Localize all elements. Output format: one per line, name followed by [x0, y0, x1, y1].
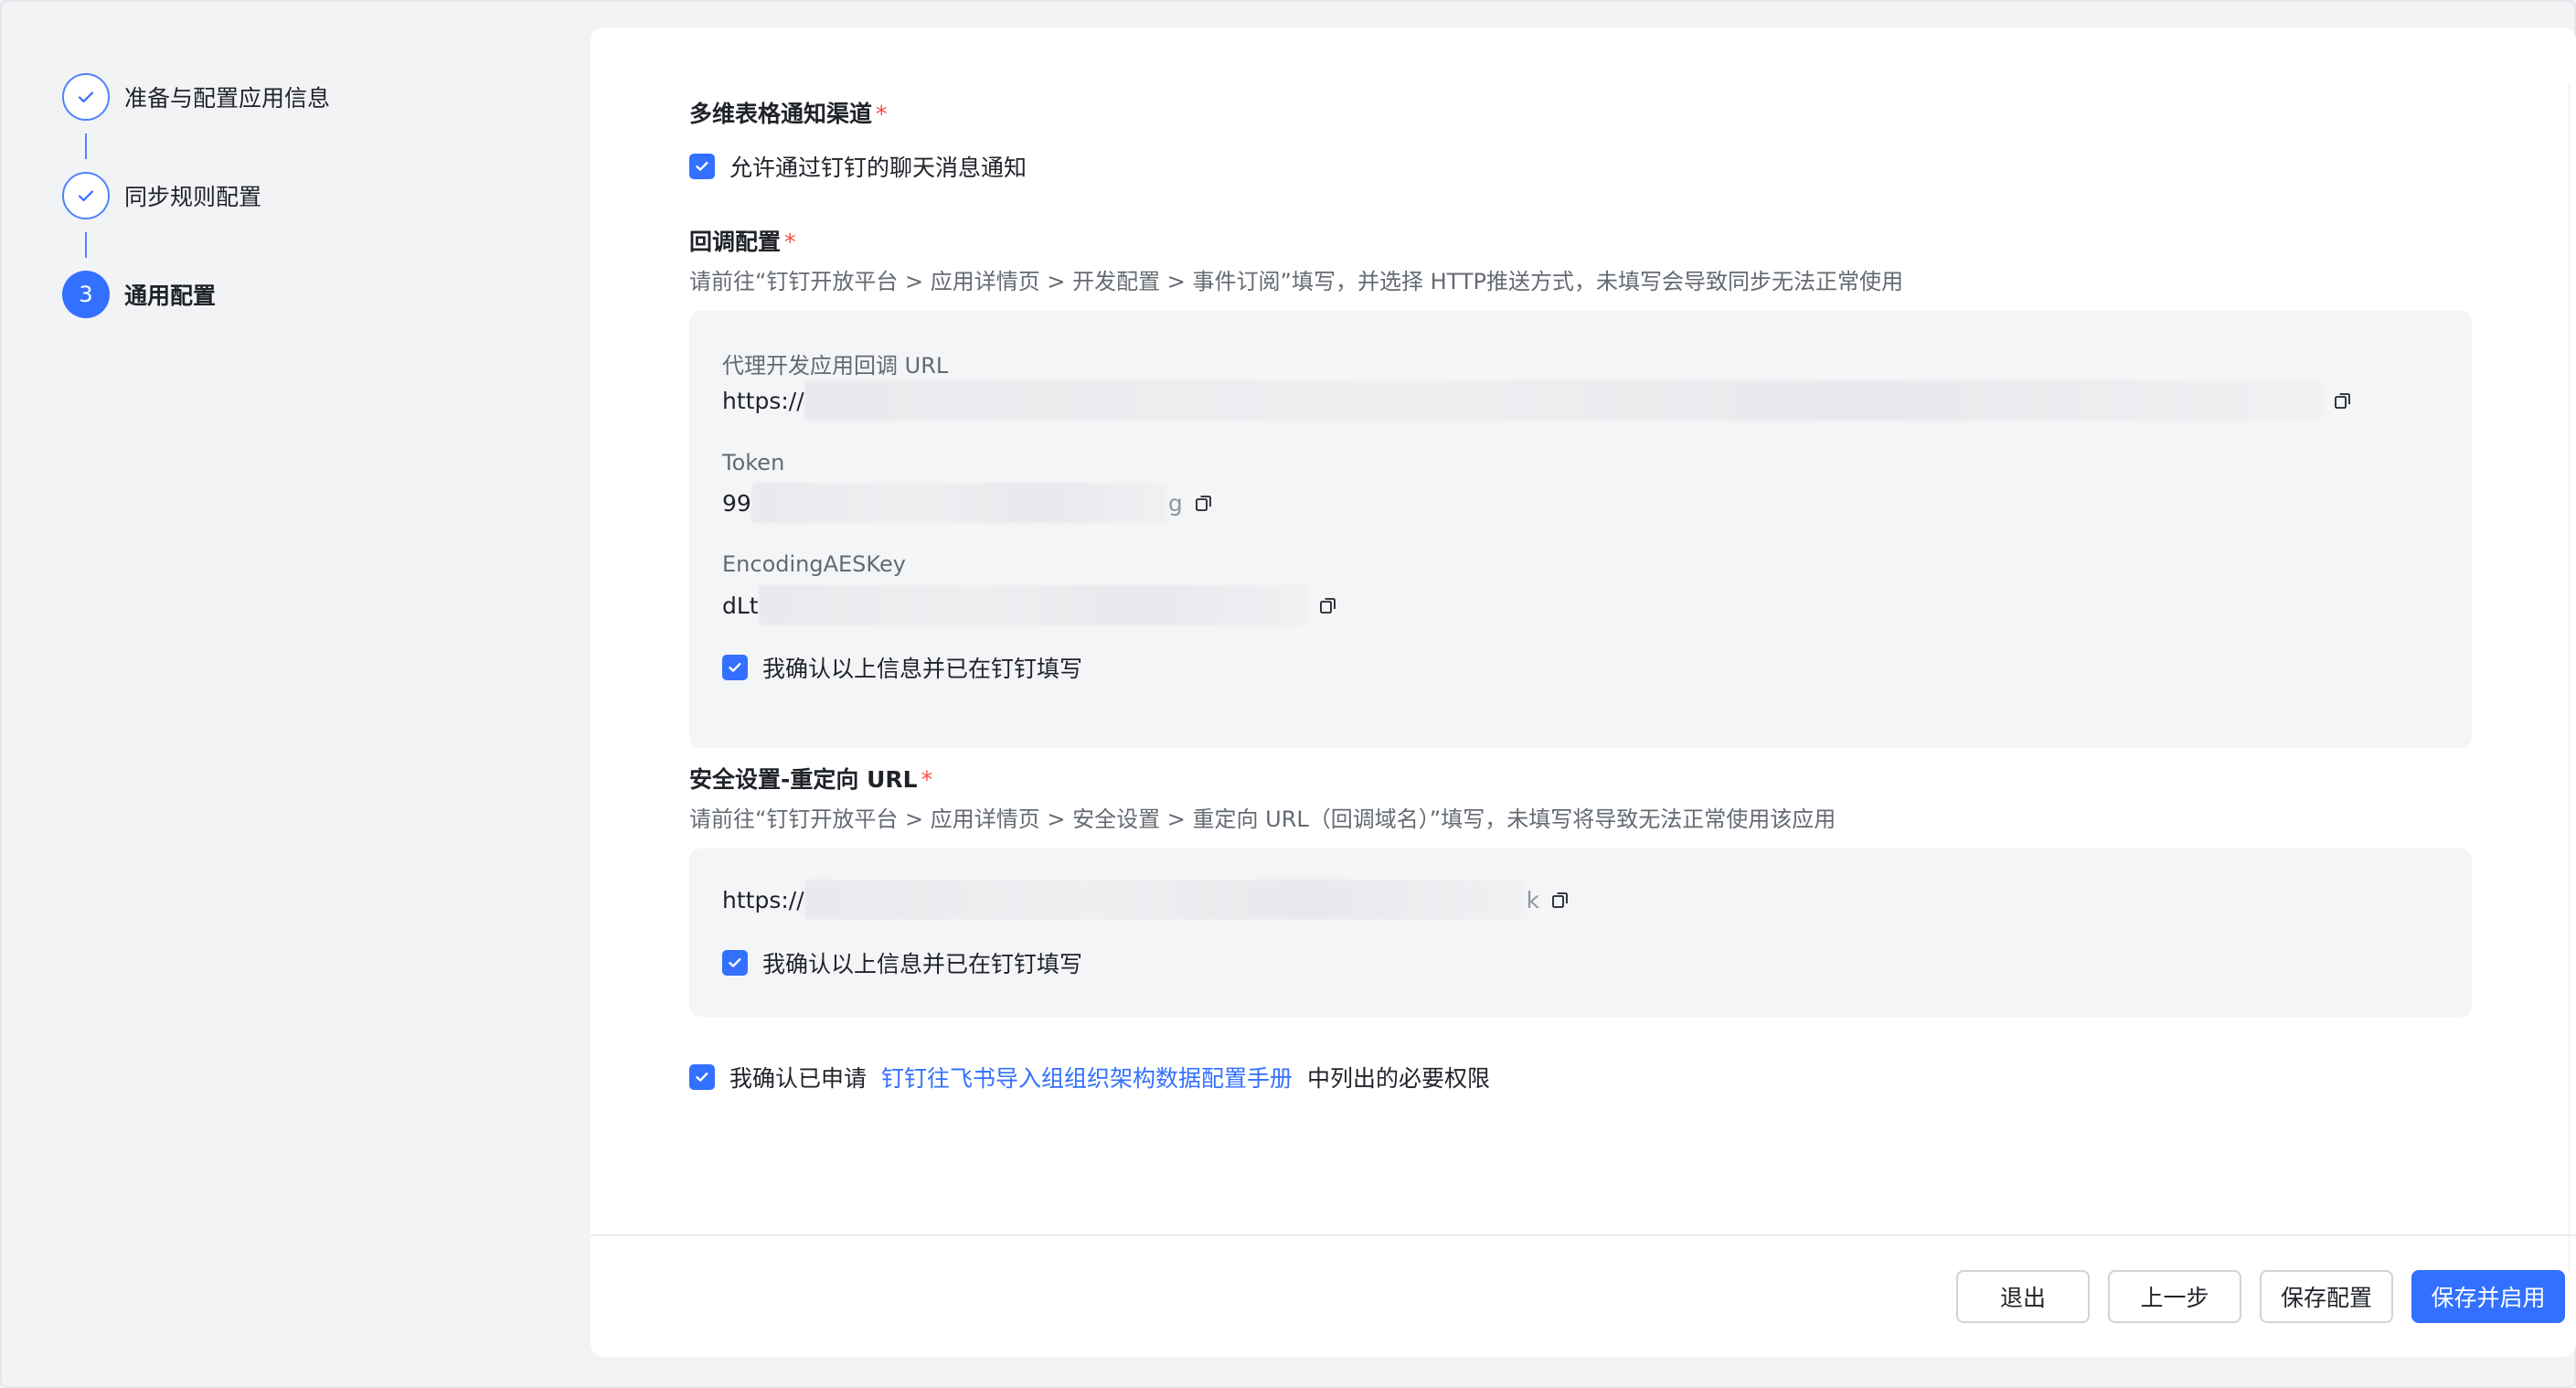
step-connector: [85, 232, 87, 258]
token-text: 99: [722, 489, 751, 517]
step-1-label: 准备与配置应用信息: [124, 85, 331, 112]
notify-title-text: 多维表格通知渠道: [689, 101, 873, 127]
footer-divider: [591, 1234, 2576, 1236]
callback-confirm-label: 我确认以上信息并已在钉钉填写: [762, 656, 1083, 682]
scrollbar[interactable]: [2569, 82, 2576, 1271]
checkmark-icon: [729, 958, 741, 967]
callback-panel: 代理开发应用回调 URL https:// Token 99 g Encodin…: [689, 311, 2472, 748]
checkmark-icon: [729, 663, 741, 672]
step-2[interactable]: 同步规则配置: [62, 172, 261, 219]
step-2-label: 同步规则配置: [124, 184, 262, 210]
aeskey-value: dLt: [722, 585, 1338, 625]
security-title-text: 安全设置-重定向 URL: [689, 766, 918, 793]
security-title: 安全设置-重定向 URL *: [689, 762, 932, 795]
redirect-url-value: https:// k: [722, 880, 1570, 920]
callback-title-text: 回调配置: [689, 229, 782, 255]
prev-step-button[interactable]: 上一步: [2108, 1270, 2241, 1323]
token-value: 99 g: [722, 483, 1214, 523]
callback-confirm-row[interactable]: 我确认以上信息并已在钉钉填写: [722, 651, 1082, 684]
redacted-value: [804, 880, 1527, 920]
exit-button[interactable]: 退出: [1956, 1270, 2090, 1323]
permission-prefix: 我确认已申请: [729, 1065, 868, 1092]
security-confirm-checkbox[interactable]: [722, 950, 748, 976]
step-connector: [85, 133, 87, 159]
redacted-value: [750, 483, 1168, 523]
permission-checkbox[interactable]: [689, 1064, 715, 1090]
callback-url-value: https://: [722, 380, 2353, 421]
aeskey-text: dLt: [722, 592, 759, 619]
permission-confirm-row[interactable]: 我确认已申请 钉钉往飞书导入组组织架构数据配置手册 中列出的必要权限: [689, 1061, 1490, 1094]
required-mark: *: [921, 766, 933, 793]
callback-description: 请前往“钉钉开放平台 > 应用详情页 > 开发配置 > 事件订阅”填写，并选择 …: [689, 269, 1904, 294]
required-mark: *: [876, 101, 888, 127]
main-card: 多维表格通知渠道 * 允许通过钉钉的聊天消息通知 回调配置 * 请前往“钉钉开放平台…: [591, 27, 2576, 1357]
callback-url-label: 代理开发应用回调 URL: [722, 353, 949, 379]
copy-icon[interactable]: [1318, 595, 1338, 615]
step-3-number: 3: [62, 271, 110, 318]
redacted-value: [758, 585, 1307, 625]
security-confirm-row[interactable]: 我确认以上信息并已在钉钉填写: [722, 946, 1082, 979]
checkmark-icon: [696, 162, 708, 171]
step-1-check-icon: [62, 73, 110, 121]
notify-checkbox-label: 允许通过钉钉的聊天消息通知: [729, 155, 1027, 181]
step-2-check-icon: [62, 172, 110, 219]
token-suffix: g: [1167, 489, 1183, 517]
step-3[interactable]: 3 通用配置: [62, 271, 216, 318]
security-description: 请前往“钉钉开放平台 > 应用详情页 > 安全设置 > 重定向 URL（回调域名…: [689, 806, 1836, 832]
step-1[interactable]: 准备与配置应用信息: [62, 73, 330, 121]
copy-icon[interactable]: [1194, 493, 1214, 513]
security-confirm-label: 我确认以上信息并已在钉钉填写: [762, 951, 1083, 977]
redirect-url-text: https://: [722, 886, 804, 913]
callback-title: 回调配置 *: [689, 224, 796, 257]
redirect-url-suffix: k: [1526, 886, 1540, 913]
notify-checkbox-row[interactable]: 允许通过钉钉的聊天消息通知: [689, 150, 1027, 183]
checkmark-icon: [696, 1073, 708, 1082]
security-panel: https:// k 我确认以上信息并已在钉钉填写: [689, 849, 2472, 1017]
permission-manual-link[interactable]: 钉钉往飞书导入组组织架构数据配置手册: [881, 1061, 1293, 1094]
save-enable-button[interactable]: 保存并启用: [2411, 1270, 2565, 1323]
copy-icon[interactable]: [1550, 890, 1570, 910]
copy-icon[interactable]: [2333, 390, 2353, 411]
aeskey-label: EncodingAESKey: [722, 551, 906, 577]
step-3-label: 通用配置: [124, 283, 217, 309]
redacted-value: [804, 380, 2322, 421]
notify-title: 多维表格通知渠道 *: [689, 96, 888, 129]
save-config-button[interactable]: 保存配置: [2260, 1270, 2393, 1323]
notify-checkbox[interactable]: [689, 154, 715, 179]
callback-confirm-checkbox[interactable]: [722, 655, 748, 680]
required-mark: *: [784, 229, 796, 255]
permission-suffix: 中列出的必要权限: [1307, 1065, 1491, 1092]
token-label: Token: [722, 450, 785, 475]
callback-url-text: https://: [722, 387, 804, 414]
